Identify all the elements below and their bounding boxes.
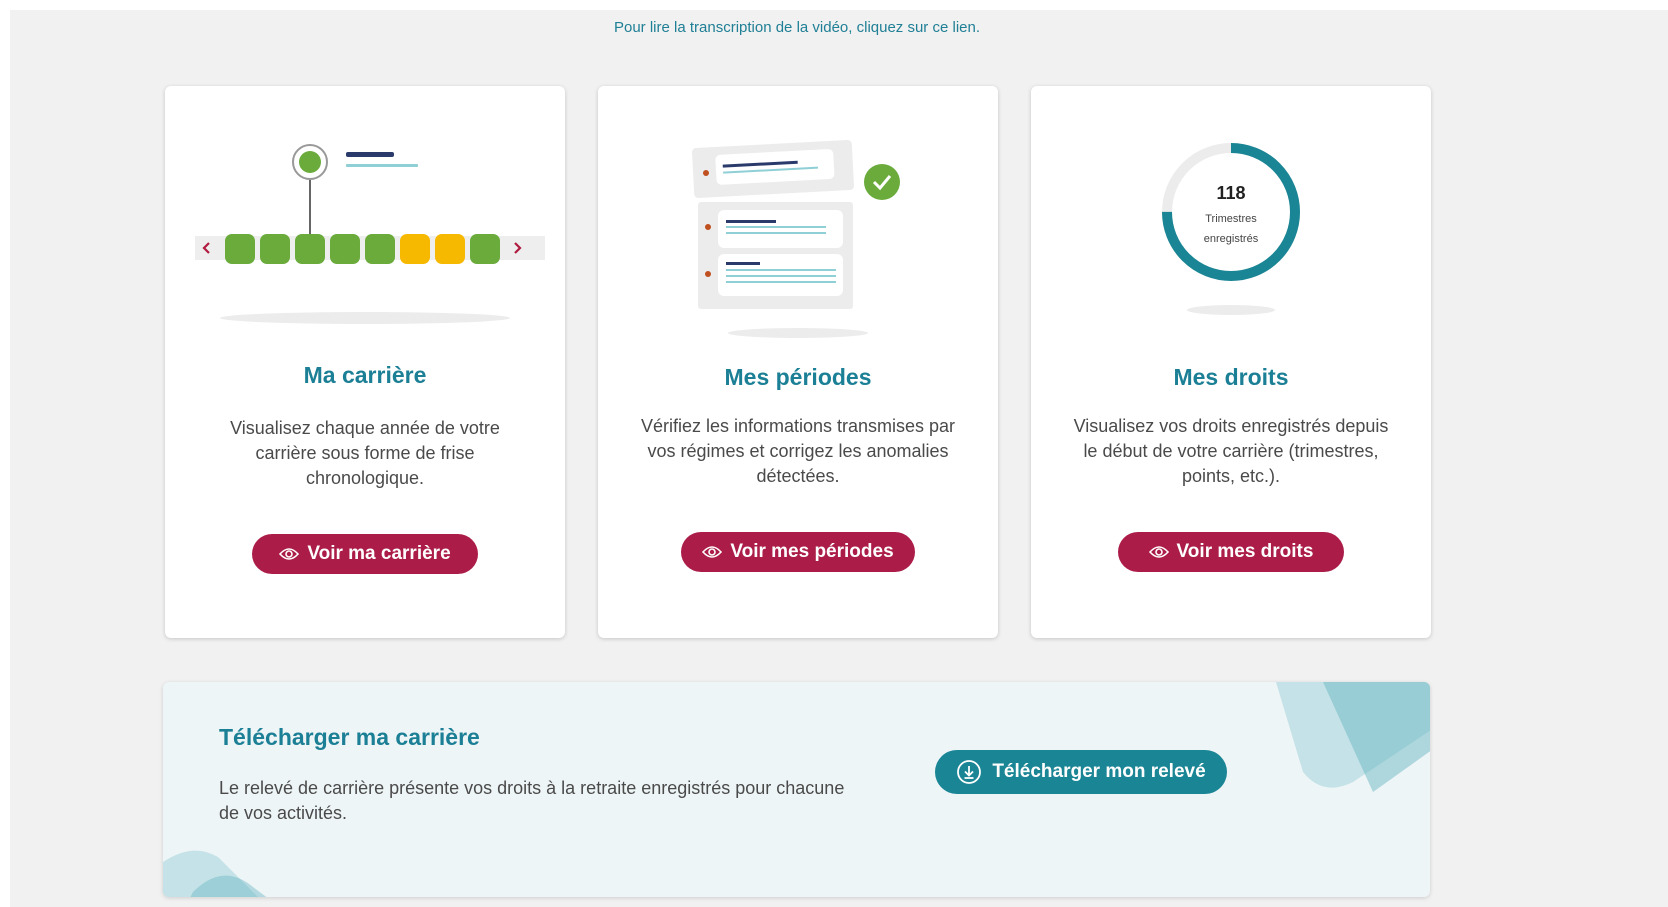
eye-icon bbox=[702, 545, 723, 559]
decorative-shape-top-right bbox=[1276, 682, 1430, 792]
button-label: Voir mes droits bbox=[1176, 541, 1314, 562]
card-mes-periodes: Mes périodes Vérifiez les informations t… bbox=[598, 86, 998, 638]
button-label: Télécharger mon relevé bbox=[992, 761, 1206, 782]
telecharger-releve-button[interactable]: Télécharger mon relevé bbox=[935, 750, 1227, 794]
gauge-label-line2: enregistrés bbox=[1204, 233, 1259, 245]
transcript-link[interactable]: Pour lire la transcription de la vidéo, … bbox=[0, 19, 1594, 36]
decorative-shape-bottom-left bbox=[163, 850, 267, 897]
card-mes-droits: 118 Trimestres enregistrés Mes droits Vi… bbox=[1031, 86, 1431, 638]
voir-mes-periodes-button[interactable]: Voir mes périodes bbox=[681, 532, 915, 572]
download-title: Télécharger ma carrière bbox=[219, 724, 480, 750]
eye-icon bbox=[279, 547, 300, 561]
card-description: Vérifiez les informations transmises par… bbox=[640, 416, 956, 486]
card-title: Mes périodes bbox=[724, 364, 872, 390]
gauge-illustration: 118 Trimestres enregistrés bbox=[1162, 143, 1300, 315]
eye-icon bbox=[1148, 545, 1169, 559]
card-description: Visualisez chaque année de votre carrièr… bbox=[230, 418, 500, 488]
card-ma-carriere: Ma carrière Visualisez chaque année de v… bbox=[165, 86, 565, 638]
download-icon bbox=[956, 759, 982, 785]
voir-ma-carriere-button[interactable]: Voir ma carrière bbox=[252, 534, 478, 574]
timeline-illustration bbox=[195, 144, 545, 324]
button-label: Voir mes périodes bbox=[730, 541, 894, 562]
download-career-panel: Télécharger ma carrière Le relevé de car… bbox=[163, 682, 1430, 897]
check-icon bbox=[864, 164, 900, 200]
periods-illustration bbox=[692, 140, 900, 338]
voir-mes-droits-button[interactable]: Voir mes droits bbox=[1118, 532, 1344, 572]
card-title: Ma carrière bbox=[303, 362, 427, 388]
card-title: Mes droits bbox=[1173, 364, 1289, 390]
gauge-value: 118 bbox=[1216, 183, 1245, 203]
gauge-label-line1: Trimestres bbox=[1205, 213, 1257, 225]
button-label: Voir ma carrière bbox=[307, 543, 451, 564]
card-description: Visualisez vos droits enregistrés depuis… bbox=[1073, 416, 1389, 486]
download-description: Le relevé de carrière présente vos droit… bbox=[219, 778, 845, 823]
